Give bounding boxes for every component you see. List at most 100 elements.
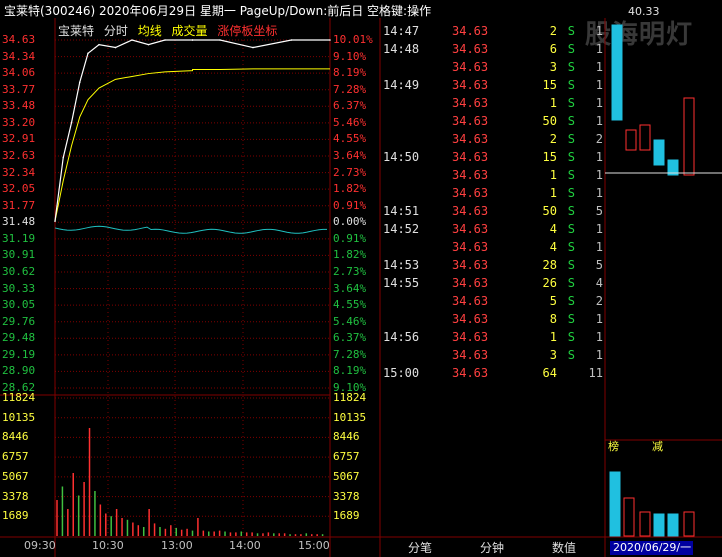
trade-volume: 50 — [542, 114, 557, 128]
trade-price: 34.63 — [452, 96, 489, 110]
right-volume-bar — [639, 511, 651, 537]
bottom-tabs: 分笔 分钟 数值 — [380, 537, 605, 557]
time-tick: 09:30 — [24, 539, 56, 552]
tab-values[interactable]: 数值 — [552, 539, 576, 556]
volume-tick: 1689 — [2, 509, 29, 523]
percent-tick: 10.01% — [333, 33, 373, 46]
right-volume-bar — [683, 511, 695, 537]
legend-timeline[interactable]: 分时 — [104, 24, 128, 38]
trade-count: 1 — [595, 60, 603, 74]
tab-minutes[interactable]: 分钟 — [480, 539, 504, 556]
volume-tick: 5067 — [2, 469, 29, 483]
price-point — [252, 46, 254, 49]
trade-volume: 50 — [542, 204, 557, 218]
trade-row: 14:55 34.63 26 S 4 — [380, 274, 605, 292]
price-line — [54, 39, 330, 222]
tab-ticks[interactable]: 分笔 — [408, 539, 432, 556]
trade-row: 34.63 3 S 1 — [380, 346, 605, 364]
trade-price: 34.63 — [452, 150, 489, 164]
trade-time: 14:52 — [383, 222, 420, 236]
volume-tick: 10135 — [2, 410, 36, 424]
price-point — [54, 220, 56, 222]
trade-volume: 4 — [549, 222, 557, 236]
trade-price: 34.63 — [452, 348, 489, 362]
trade-direction: S — [567, 294, 575, 308]
candle — [653, 139, 665, 166]
trade-volume: 2 — [549, 132, 557, 146]
percent-tick: 6.37% — [333, 331, 367, 345]
trade-direction: S — [567, 168, 575, 182]
date-indicator[interactable]: 2020/06/29/一 — [610, 541, 693, 555]
chart-legend: 宝莱特 分时 均线 成交量 涨停板坐标 — [58, 22, 283, 39]
trade-price: 34.63 — [452, 114, 489, 128]
price-point — [290, 39, 293, 41]
trade-row: 34.63 4 S 1 — [380, 238, 605, 256]
trade-direction: S — [567, 222, 575, 236]
trade-price: 34.63 — [452, 258, 489, 272]
trade-price: 34.63 — [452, 186, 489, 200]
price-tick: 34.06 — [2, 66, 36, 80]
trade-count: 1 — [595, 330, 603, 344]
price-tick: 33.20 — [2, 115, 36, 129]
trade-volume: 15 — [542, 78, 557, 92]
trade-row: 34.63 50 S 1 — [380, 112, 605, 130]
legend-avg: 均线 — [137, 24, 162, 38]
trade-row: 34.63 1 S 1 — [380, 94, 605, 112]
legend-volume: 成交量 — [171, 24, 208, 38]
percent-tick: 7.28% — [333, 347, 367, 361]
trade-row: 34.63 5 S 2 — [380, 292, 605, 310]
trade-row: 34.63 3 S 1 — [380, 58, 605, 76]
trade-price: 34.63 — [452, 132, 489, 146]
price-point — [62, 156, 65, 159]
price-point — [78, 81, 81, 84]
trade-direction: S — [567, 276, 575, 290]
trade-price: 34.63 — [452, 294, 489, 308]
trade-volume: 28 — [542, 258, 557, 272]
trade-direction: S — [567, 312, 575, 326]
price-tick: 30.05 — [2, 298, 36, 312]
trade-time: 14:53 — [383, 258, 420, 272]
trade-time: 14:50 — [383, 150, 420, 164]
price-point — [131, 39, 133, 41]
trade-row: 15:00 34.63 64 11 — [380, 364, 605, 382]
trade-count: 1 — [595, 114, 603, 128]
trade-count: 1 — [595, 312, 603, 326]
trade-count: 1 — [595, 42, 603, 56]
volume-tick: 3378 — [2, 489, 29, 503]
volume-tick: 8446 — [2, 430, 29, 444]
price-point — [191, 39, 194, 41]
trade-count: 1 — [595, 348, 603, 362]
price-tick: 34.63 — [2, 33, 36, 46]
percent-tick: 1.82% — [333, 248, 367, 262]
trade-direction: S — [567, 78, 575, 92]
candle — [611, 24, 623, 121]
right-label-a: 榜 — [608, 440, 619, 453]
trade-direction: S — [567, 114, 575, 128]
trade-row: 14:47 34.63 2 S 1 — [380, 22, 605, 40]
trade-volume: 5 — [549, 294, 557, 308]
trade-list: 14:47 34.63 2 S 1 14:48 34.63 6 S 1 34.63 3 S 1 14:49 3… — [380, 22, 605, 382]
trade-row: 34.63 2 S 2 — [380, 130, 605, 148]
legend-limit[interactable]: 涨停板坐标 — [217, 24, 277, 38]
price-tick: 32.63 — [2, 149, 36, 162]
right-volume-bar — [623, 497, 635, 537]
window-title: 宝莱特(300246) 2020年06月29日 星期一 PageUp/Down:… — [4, 4, 432, 18]
price-point — [98, 43, 100, 46]
price-tick: 30.91 — [2, 248, 36, 262]
time-tick: 10:30 — [92, 539, 124, 552]
trade-direction: S — [567, 186, 575, 200]
percent-tick: 4.55% — [333, 298, 367, 312]
trade-price: 34.63 — [452, 222, 489, 236]
trade-row: 14:50 34.63 15 S 1 — [380, 148, 605, 166]
price-tick: 32.05 — [2, 182, 36, 196]
trade-time: 14:49 — [383, 78, 420, 92]
trade-price: 34.63 — [452, 168, 489, 182]
price-point — [147, 43, 150, 46]
trade-price: 34.63 — [452, 276, 489, 290]
price-tick: 29.48 — [2, 331, 36, 345]
trade-count: 1 — [595, 240, 603, 254]
trade-volume: 1 — [549, 330, 557, 344]
trade-direction: S — [567, 258, 575, 272]
trade-direction: S — [567, 132, 575, 146]
trade-count: 1 — [595, 96, 603, 110]
